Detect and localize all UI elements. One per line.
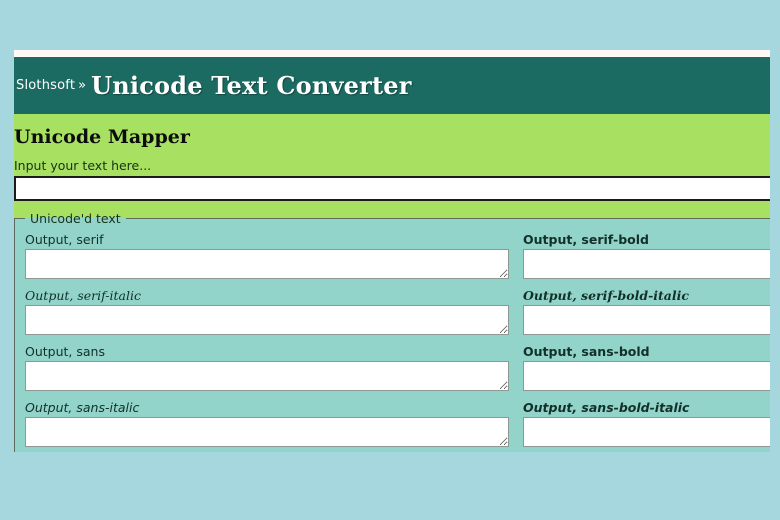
output-label-sans-italic: Output, sans-italic: [25, 400, 140, 415]
output-textarea-sans[interactable]: [25, 361, 509, 391]
output-label-serif: Output, serif: [25, 232, 104, 247]
breadcrumb-root-link[interactable]: Slothsoft: [16, 78, 75, 93]
top-band: Slothsoft » Unicode Text Converter: [14, 57, 770, 114]
output-textarea-sans-bolditalic[interactable]: [523, 417, 770, 447]
title-bar: Slothsoft » Unicode Text Converter: [14, 57, 770, 114]
output-field: Output, serif-bold-italic: [523, 288, 770, 335]
output-textarea-serif-italic[interactable]: [25, 305, 509, 335]
main-content: Unicode Mapper Input your text here... U…: [14, 114, 770, 452]
input-wrap: [14, 176, 770, 201]
output-label-serif-bolditalic: Output, serif-bold-italic: [523, 288, 689, 303]
output-label-sans: Output, sans: [25, 344, 105, 359]
text-input[interactable]: [14, 176, 770, 201]
output-field: Output, serif-bold: [523, 232, 770, 279]
output-textarea-serif[interactable]: [25, 249, 509, 279]
output-field: Output, serif: [25, 232, 509, 279]
output-field: Output, serif-italic: [25, 288, 509, 335]
output-fieldset-legend: Unicode'd text: [30, 211, 121, 226]
output-fieldset: Unicode'd text Output, serif Output, seri…: [14, 211, 770, 452]
input-label: Input your text here...: [14, 158, 152, 173]
output-field: Output, sans-bold: [523, 344, 770, 391]
output-grid: Output, serif Output, serif-italic Output,…: [25, 232, 770, 452]
output-label-serif-bold: Output, serif-bold: [523, 232, 649, 247]
output-textarea-serif-bolditalic[interactable]: [523, 305, 770, 335]
output-field: Output, sans-bold-italic: [523, 400, 770, 447]
output-label-sans-bold: Output, sans-bold: [523, 344, 650, 359]
page-viewport: Slothsoft » Unicode Text Converter Sloth…: [14, 50, 770, 452]
body-row: Slothsoft ▷About us▷Shoutboxes▶Minecraft…: [14, 114, 770, 452]
output-textarea-sans-bold[interactable]: [523, 361, 770, 391]
output-field: Output, sans-italic: [25, 400, 509, 447]
output-textarea-serif-bold[interactable]: [523, 249, 770, 279]
breadcrumb-separator: »: [78, 78, 87, 93]
page-title: Unicode Text Converter: [91, 71, 412, 100]
output-textarea-sans-italic[interactable]: [25, 417, 509, 447]
document-body: Slothsoft » Unicode Text Converter Sloth…: [14, 57, 770, 452]
section-title: Unicode Mapper: [14, 126, 190, 148]
output-label-serif-italic: Output, serif-italic: [25, 288, 142, 303]
top-white-strip: [14, 50, 770, 57]
output-field: Output, sans: [25, 344, 509, 391]
output-label-sans-bolditalic: Output, sans-bold-italic: [523, 400, 690, 415]
output-column-left: Output, serif Output, serif-italic Output,…: [25, 232, 523, 452]
output-column-right: Output, serif-bold Output, serif-bold-ita…: [523, 232, 770, 452]
